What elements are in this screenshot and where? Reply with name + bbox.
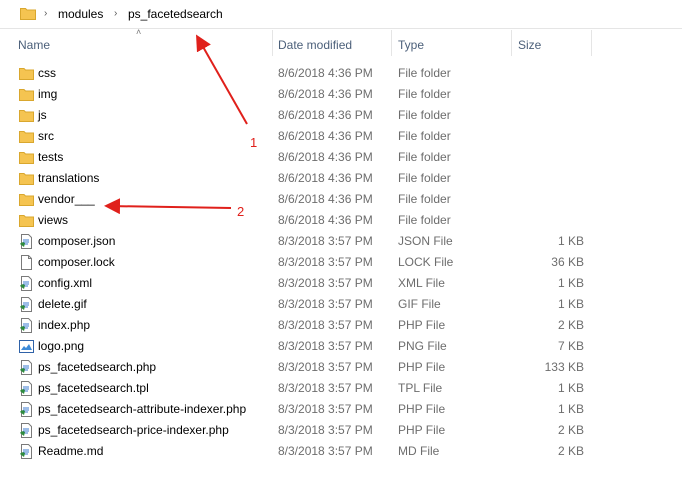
annotation-arrows — [104, 34, 248, 215]
annotation-label-2: 2 — [237, 204, 245, 219]
annotation-arrow-2 — [104, 198, 232, 215]
annotation-arrow-1 — [196, 34, 248, 125]
annotation-label-1: 1 — [250, 135, 258, 150]
